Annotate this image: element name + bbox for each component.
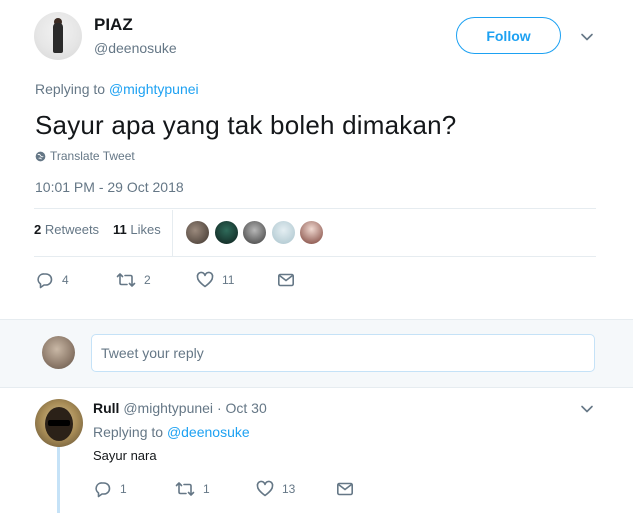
reply-date[interactable]: · Oct 30 [217, 400, 267, 416]
reply-text: Sayur nara [93, 448, 157, 463]
replying-to-link[interactable]: @deenosuke [167, 424, 250, 440]
divider [34, 256, 596, 257]
retweets-label: Retweets [44, 222, 100, 237]
follow-button[interactable]: Follow [456, 17, 561, 54]
reply-icon [37, 273, 53, 289]
like-count: 11 [222, 273, 235, 287]
liker-avatar[interactable] [299, 220, 324, 245]
translate-tweet-link[interactable]: Translate Tweet [35, 149, 135, 163]
likes-label: Likes [130, 222, 161, 237]
liker-avatar[interactable] [242, 220, 267, 245]
avatar-glasses [48, 420, 70, 426]
reply-action[interactable]: 4 [36, 271, 69, 289]
replying-prefix: Replying to [35, 81, 106, 97]
liker-avatar[interactable] [271, 220, 296, 245]
dm-icon [336, 482, 353, 496]
like-action[interactable]: 13 [256, 480, 295, 498]
like-action[interactable]: 11 [196, 271, 234, 289]
globe-icon [35, 151, 46, 161]
dm-action[interactable] [336, 480, 354, 498]
reply-author-avatar[interactable] [35, 399, 83, 447]
dm-icon [277, 273, 294, 287]
reply-count: 1 [120, 482, 127, 496]
retweet-action[interactable]: 1 [175, 480, 210, 498]
replying-to-link[interactable]: @mightypunei [109, 81, 199, 97]
translate-label: Translate Tweet [50, 149, 135, 163]
retweet-count: 1 [203, 482, 210, 496]
retweet-count: 2 [144, 273, 151, 287]
reply-author-handle[interactable]: @mightypunei [123, 400, 213, 416]
dm-action[interactable] [277, 271, 295, 289]
replying-prefix: Replying to [93, 424, 164, 440]
retweet-action[interactable]: 2 [116, 271, 151, 289]
reply-icon [95, 482, 111, 498]
liker-avatar[interactable] [214, 220, 239, 245]
reply-action[interactable]: 1 [94, 480, 127, 498]
reply-author-line[interactable]: Rull @mightypunei · Oct 30 [93, 400, 267, 416]
retweet-icon [175, 482, 195, 496]
reply-input[interactable]: Tweet your reply [91, 334, 595, 372]
likes-stat[interactable]: 11 Likes [113, 222, 161, 237]
retweets-stat[interactable]: 2 Retweets [34, 222, 99, 237]
current-user-avatar [42, 336, 75, 369]
divider [34, 208, 596, 209]
avatar-figure-body [53, 23, 63, 53]
author-name[interactable]: PIAZ [94, 15, 133, 35]
likes-count: 11 [113, 222, 127, 237]
reply-replying-to: Replying to @deenosuke [93, 424, 250, 440]
author-avatar[interactable] [34, 12, 82, 60]
thread-line [57, 447, 60, 513]
chevron-down-icon[interactable] [579, 29, 595, 45]
retweet-icon [116, 273, 136, 287]
tweet-timestamp[interactable]: 10:01 PM - 29 Oct 2018 [35, 179, 184, 195]
like-icon [256, 480, 274, 497]
like-icon [196, 271, 214, 288]
liker-avatar[interactable] [185, 220, 210, 245]
chevron-down-icon[interactable] [579, 401, 595, 417]
reply-count: 4 [62, 273, 69, 287]
author-handle[interactable]: @deenosuke [94, 40, 177, 56]
replying-to: Replying to @mightypunei [35, 81, 199, 97]
tweet-text: Sayur apa yang tak boleh dimakan? [35, 110, 457, 140]
reply-author-name[interactable]: Rull [93, 400, 119, 416]
like-count: 13 [282, 482, 296, 496]
retweets-count: 2 [34, 222, 42, 237]
stats-separator [172, 210, 173, 256]
